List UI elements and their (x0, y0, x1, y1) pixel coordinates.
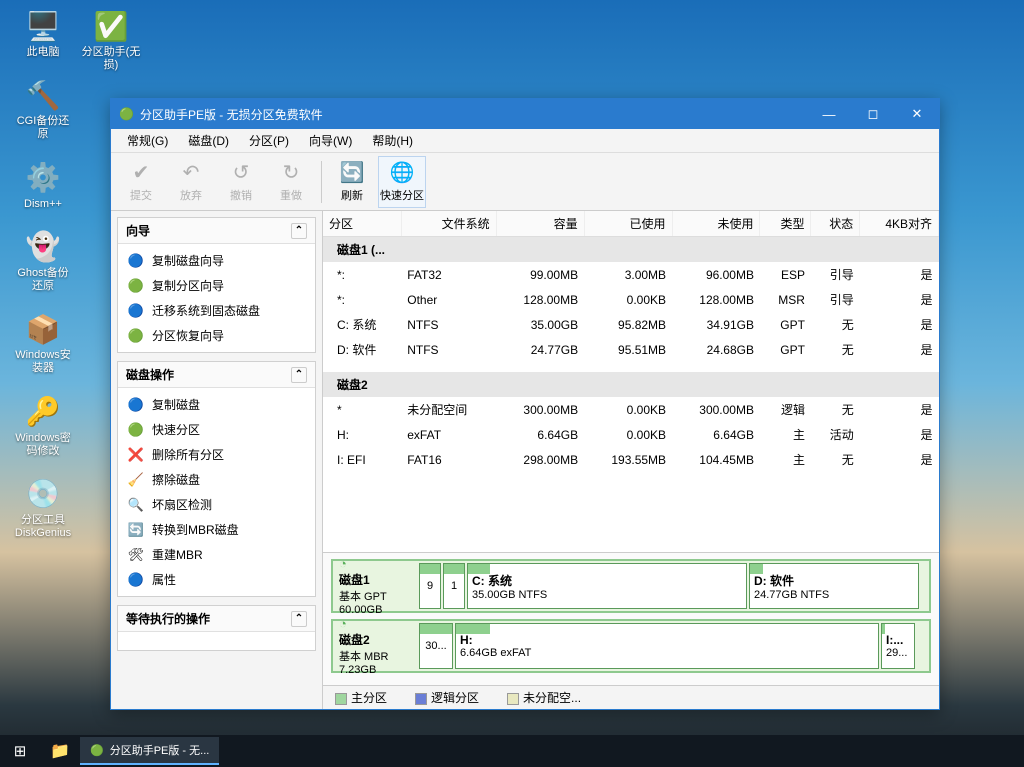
disk-diagram: ◔ 磁盘1基本 GPT60.00GB91C: 系统35.00GB NTFSD: … (323, 552, 939, 685)
column-header[interactable]: 文件系统 (401, 211, 496, 237)
column-header[interactable]: 类型 (760, 211, 811, 237)
collapse-button[interactable]: ⌃ (291, 611, 307, 627)
toolbar: ✔提交↶放弃↺撤销↻重做 🔄刷新🌐快速分区 (111, 153, 939, 211)
maximize-button[interactable]: ◻ (851, 99, 895, 129)
quick-part-button[interactable]: 🌐快速分区 (378, 156, 426, 208)
menubar: 常规(G)磁盘(D)分区(P)向导(W)帮助(H) (111, 129, 939, 153)
legend: 主分区 逻辑分区 未分配空... (323, 685, 939, 709)
pending-title: 等待执行的操作 (126, 610, 210, 627)
dism-icon[interactable]: ⚙️Dism++ (12, 160, 74, 211)
partition-table[interactable]: 分区文件系统容量已使用未使用类型状态4KB对齐 磁盘1 (...*:FAT329… (323, 211, 939, 472)
refresh-button[interactable]: 🔄刷新 (328, 156, 376, 208)
sidebar-item[interactable]: 🔵迁移系统到固态磁盘 (118, 298, 315, 323)
partition-assistant-di-icon[interactable]: ✅分区助手(无损) (80, 8, 142, 72)
partition-segment[interactable]: 9 (419, 563, 441, 609)
taskbar: ⊞ 📁 🟢 分区助手PE版 - 无... (0, 735, 1024, 767)
diskops-panel: 磁盘操作 ⌃ 🔵复制磁盘🟢快速分区❌删除所有分区🧹擦除磁盘🔍坏扇区检测🔄转换到MB… (117, 361, 316, 597)
commit-button[interactable]: ✔提交 (117, 156, 165, 208)
discard-button[interactable]: ↶放弃 (167, 156, 215, 208)
table-row[interactable]: *:FAT3299.00MB3.00MB96.00MBESP引导是 (323, 262, 939, 287)
taskbar-app[interactable]: 🟢 分区助手PE版 - 无... (80, 737, 219, 765)
column-header[interactable]: 已使用 (584, 211, 672, 237)
collapse-button[interactable]: ⌃ (291, 223, 307, 239)
close-button[interactable]: ✕ (895, 99, 939, 129)
column-header[interactable]: 分区 (323, 211, 401, 237)
partition-segment[interactable]: C: 系统35.00GB NTFS (467, 563, 747, 609)
table-row[interactable]: *:Other128.00MB0.00KB128.00MBMSR引导是 (323, 287, 939, 312)
menu-item[interactable]: 向导(W) (299, 129, 362, 152)
legend-item: 主分区 (335, 689, 387, 706)
titlebar[interactable]: 🟢 分区助手PE版 - 无损分区免费软件 — ◻ ✕ (111, 99, 939, 129)
start-button[interactable]: ⊞ (0, 735, 40, 767)
column-header[interactable]: 状态 (811, 211, 860, 237)
app-icon: 🟢 (119, 107, 134, 121)
window-title: 分区助手PE版 - 无损分区免费软件 (140, 106, 323, 123)
pending-panel: 等待执行的操作 ⌃ (117, 605, 316, 651)
sidebar-item[interactable]: ❌删除所有分区 (118, 442, 315, 467)
minimize-button[interactable]: — (807, 99, 851, 129)
cgi-backup-icon[interactable]: 🔨CGI备份还原 (12, 77, 74, 141)
diskgenius-icon[interactable]: 💿分区工具DiskGenius (12, 476, 74, 540)
disk-group[interactable]: 磁盘2 (323, 372, 939, 397)
disk-group[interactable]: 磁盘1 (... (323, 237, 939, 263)
disk1-bar[interactable]: ◔ 磁盘1基本 GPT60.00GB91C: 系统35.00GB NTFSD: … (331, 559, 931, 613)
menu-item[interactable]: 常规(G) (117, 129, 178, 152)
table-row[interactable]: *未分配空间300.00MB0.00KB300.00MB逻辑无是 (323, 397, 939, 422)
sidebar-item[interactable]: 🔵复制磁盘 (118, 392, 315, 417)
partition-segment[interactable]: 1 (443, 563, 465, 609)
menu-item[interactable]: 帮助(H) (362, 129, 423, 152)
menu-item[interactable]: 磁盘(D) (178, 129, 239, 152)
sidebar-item[interactable]: 🔄转换到MBR磁盘 (118, 517, 315, 542)
legend-item: 未分配空... (507, 689, 581, 706)
table-row[interactable]: C: 系统NTFS35.00GB95.82MB34.91GBGPT无是 (323, 312, 939, 337)
ghost-icon[interactable]: 👻Ghost备份还原 (12, 229, 74, 293)
partition-segment[interactable]: I:...29... (881, 623, 915, 669)
diskops-title: 磁盘操作 (126, 366, 174, 383)
legend-item: 逻辑分区 (415, 689, 479, 706)
app-window: 🟢 分区助手PE版 - 无损分区免费软件 — ◻ ✕ 常规(G)磁盘(D)分区(… (110, 98, 940, 710)
sidebar-item[interactable]: 🟢复制分区向导 (118, 273, 315, 298)
partition-segment[interactable]: D: 软件24.77GB NTFS (749, 563, 919, 609)
wizard-panel: 向导 ⌃ 🔵复制磁盘向导🟢复制分区向导🔵迁移系统到固态磁盘🟢分区恢复向导 (117, 217, 316, 353)
main-pane: 分区文件系统容量已使用未使用类型状态4KB对齐 磁盘1 (...*:FAT329… (323, 211, 939, 709)
table-row[interactable]: D: 软件NTFS24.77GB95.51MB24.68GBGPT无是 (323, 337, 939, 362)
sidebar-item[interactable]: 🛠重建MBR (118, 542, 315, 567)
win-installer-icon[interactable]: 📦Windows安装器 (12, 311, 74, 375)
column-header[interactable]: 容量 (496, 211, 584, 237)
sidebar-item[interactable]: 🔵属性 (118, 567, 315, 592)
wizard-title: 向导 (126, 222, 150, 239)
disk2-bar[interactable]: ◔ 磁盘2基本 MBR7.23GB30...H:6.64GB exFATI:..… (331, 619, 931, 673)
menu-item[interactable]: 分区(P) (239, 129, 299, 152)
sidebar-item[interactable]: 🔵复制磁盘向导 (118, 248, 315, 273)
partition-segment[interactable]: H:6.64GB exFAT (455, 623, 879, 669)
win-pwd-icon[interactable]: 🔑Windows密码修改 (12, 394, 74, 458)
partition-segment[interactable]: 30... (419, 623, 453, 669)
app-icon: 🟢 (90, 744, 104, 757)
sidebar: 向导 ⌃ 🔵复制磁盘向导🟢复制分区向导🔵迁移系统到固态磁盘🟢分区恢复向导 磁盘操作… (111, 211, 323, 709)
this-pc-icon[interactable]: 🖥️此电脑 (12, 8, 74, 59)
sidebar-item[interactable]: 🧹擦除磁盘 (118, 467, 315, 492)
table-row[interactable]: I: EFIFAT16298.00MB193.55MB104.45MB主无是 (323, 447, 939, 472)
table-row[interactable]: H:exFAT6.64GB0.00KB6.64GB主活动是 (323, 422, 939, 447)
undo-button[interactable]: ↺撤销 (217, 156, 265, 208)
sidebar-item[interactable]: 🔍坏扇区检测 (118, 492, 315, 517)
redo-button[interactable]: ↻重做 (267, 156, 315, 208)
column-header[interactable]: 未使用 (672, 211, 760, 237)
sidebar-item[interactable]: 🟢快速分区 (118, 417, 315, 442)
column-header[interactable]: 4KB对齐 (860, 211, 939, 237)
file-explorer-icon[interactable]: 📁 (40, 735, 80, 767)
sidebar-item[interactable]: 🟢分区恢复向导 (118, 323, 315, 348)
collapse-button[interactable]: ⌃ (291, 367, 307, 383)
